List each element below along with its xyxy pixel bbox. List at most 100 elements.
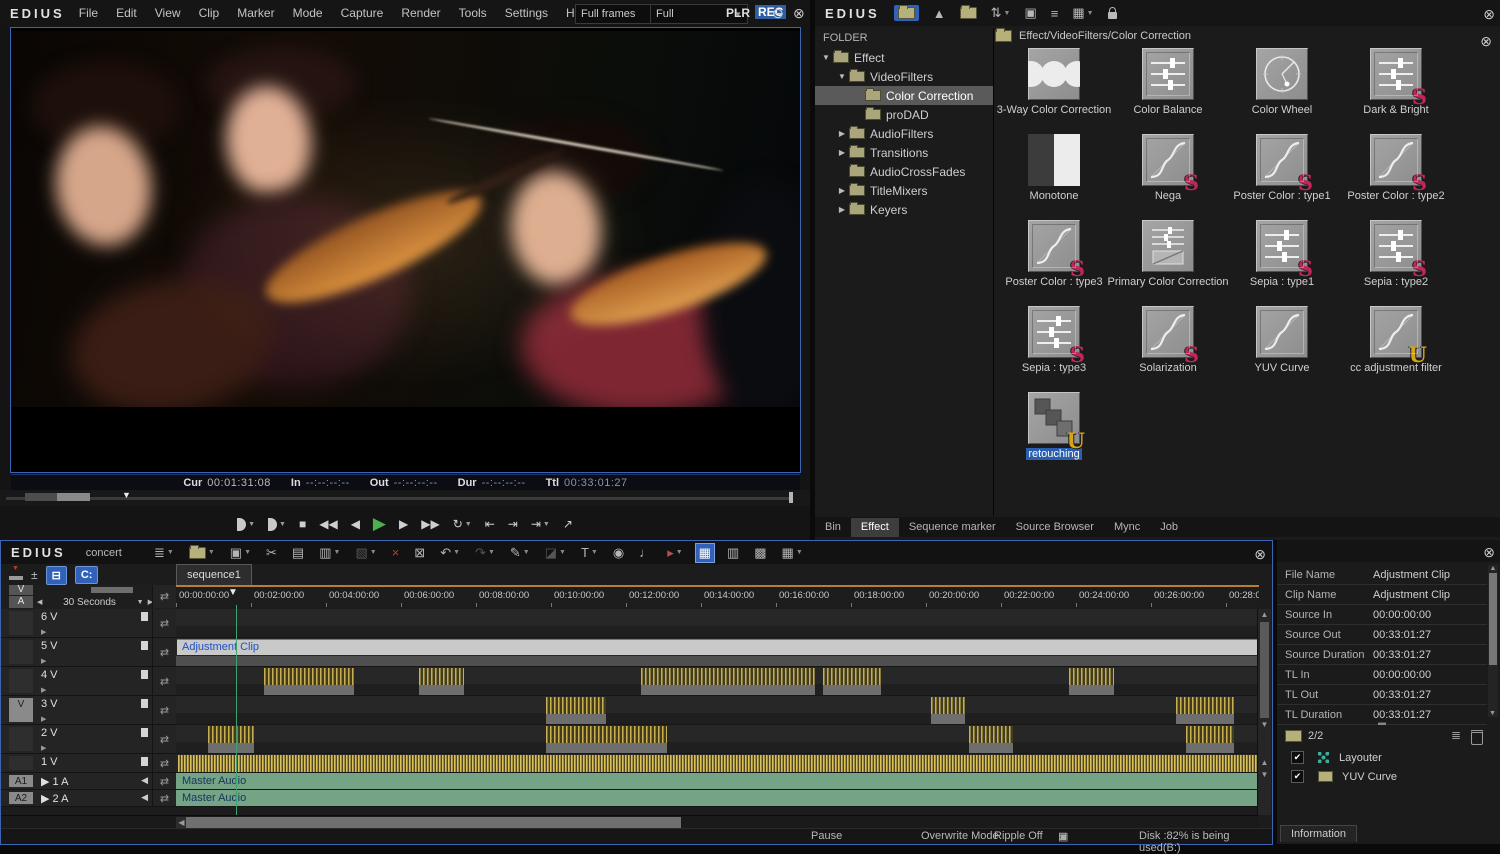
paste-icon[interactable]: ▥▼ <box>316 544 343 562</box>
video-preview[interactable]: Cur00:01:31:08In--:--:--:--Out--:--:--:-… <box>10 27 801 473</box>
add-cut-point-icon[interactable]: ✎▼ <box>507 544 533 562</box>
effect-item-nega[interactable]: SNega <box>1111 132 1225 218</box>
video-clip[interactable] <box>1069 668 1113 685</box>
effect-item-monotone[interactable]: Monotone <box>997 132 1111 218</box>
extend-icon[interactable]: ▦▼ <box>779 544 806 562</box>
video-clip[interactable] <box>1176 697 1234 714</box>
ripple-delete-icon[interactable]: ⊠ <box>411 544 428 562</box>
list-view-icon[interactable]: ≡ <box>1051 6 1059 21</box>
tree-expand-icon[interactable]: ▶ <box>837 205 847 214</box>
track-content-2v[interactable] <box>176 725 1259 754</box>
effect-item-solarization[interactable]: SSolarization <box>1111 304 1225 390</box>
tab-job[interactable]: Job <box>1150 518 1188 537</box>
effect-item-poster-color-type1[interactable]: SPoster Color : type1 <box>1225 132 1339 218</box>
sync-icon[interactable]: ⇄ <box>152 725 176 753</box>
open-project-icon[interactable]: ▼ <box>186 546 218 560</box>
track-patch-cell[interactable]: A1 <box>9 775 33 787</box>
tab-source-browser[interactable]: Source Browser <box>1006 518 1104 537</box>
menu-item-tools[interactable]: Tools <box>459 6 487 20</box>
video-clip[interactable] <box>641 668 815 685</box>
track-header-5v[interactable]: 5 V▶⇄ <box>1 638 176 667</box>
track-visibility-icon[interactable] <box>141 757 148 766</box>
track-patch-cell[interactable] <box>9 640 33 664</box>
tab-sequence-marker[interactable]: Sequence marker <box>899 518 1006 537</box>
close-icon[interactable]: ⊗ <box>1483 544 1495 561</box>
track-visibility-icon[interactable] <box>141 641 148 650</box>
sync-icon[interactable]: ▣ <box>1058 830 1068 843</box>
sync-icon[interactable]: ⇄ <box>152 790 176 806</box>
goto-in-button[interactable]: ⇤ <box>485 517 495 531</box>
marker-mode-icon[interactable] <box>9 576 23 580</box>
add-marker-out-button[interactable]: ▼ <box>268 518 286 531</box>
track-patch-cell[interactable] <box>9 611 33 635</box>
new-folder-icon[interactable] <box>894 5 919 21</box>
effect-item-color-balance[interactable]: Color Balance <box>1111 46 1225 132</box>
video-clip[interactable] <box>1186 726 1234 743</box>
scroll-thumb[interactable] <box>1260 622 1269 718</box>
sync-icon[interactable]: ⇄ <box>152 609 176 637</box>
tree-expand-icon[interactable]: ▼ <box>821 53 831 62</box>
effect-item-sepia-type2[interactable]: SSepia : type2 <box>1339 218 1453 304</box>
replace-icon[interactable]: ▧▼ <box>352 544 379 562</box>
tree-expand-icon[interactable]: ▼ <box>837 72 847 81</box>
tree-item-color-correction[interactable]: Color Correction <box>815 86 993 105</box>
video-clip[interactable] <box>546 697 606 714</box>
lock-icon[interactable] <box>1108 8 1117 19</box>
video-clip[interactable] <box>419 668 464 685</box>
track-header-6v[interactable]: 6 V▶⇄ <box>1 609 176 638</box>
tree-item-keyers[interactable]: ▶Keyers <box>815 200 993 219</box>
video-clip[interactable] <box>823 668 881 685</box>
menu-item-edit[interactable]: Edit <box>116 6 137 20</box>
scroll-down-icon[interactable]: ▼ <box>1489 710 1496 717</box>
video-clip[interactable] <box>264 668 354 685</box>
export-button[interactable]: ↗ <box>563 517 573 531</box>
menu-item-settings[interactable]: Settings <box>505 6 548 20</box>
menu-item-render[interactable]: Render <box>401 6 440 20</box>
track-content-3v[interactable] <box>176 696 1259 725</box>
scroll-thumb[interactable] <box>186 817 681 828</box>
track-expand-icon[interactable]: ▶ <box>41 657 46 665</box>
sync-icon[interactable]: ⇄ <box>152 585 176 608</box>
seek-bar[interactable]: ▼ <box>0 490 810 506</box>
video-clip[interactable] <box>546 726 666 743</box>
sync-icon[interactable]: ⇄ <box>152 754 176 772</box>
timeline-ruler[interactable]: 00:00:00:0000:02:00:0000:04:00:0000:06:0… <box>176 585 1259 607</box>
voiceover-icon[interactable]: ♩ <box>636 544 655 561</box>
track-content-1v[interactable] <box>176 754 1259 773</box>
track-expand-icon[interactable]: ▶ <box>41 744 46 752</box>
goto-out-button[interactable]: ⇥ <box>508 517 518 531</box>
track-content-4v[interactable] <box>176 667 1259 696</box>
track-content-1a[interactable]: Master Audio <box>176 773 1259 790</box>
scroll-up-icon[interactable]: ▲ <box>1488 565 1498 572</box>
timeline-view-icon[interactable]: ▦ <box>695 543 715 563</box>
scroll-up-icon[interactable]: ▲ <box>1258 609 1271 621</box>
next-edit-button[interactable]: ⇥▼ <box>531 517 550 531</box>
stop-button[interactable]: ■ <box>299 517 306 531</box>
track-patch-cell[interactable] <box>9 669 33 693</box>
close-icon[interactable]: ⊗ <box>1483 6 1495 23</box>
track-header-2a[interactable]: A2▶ 2 A◀⇄ <box>1 790 176 807</box>
audio-patch-cell[interactable]: A <box>9 596 33 608</box>
rewind-button[interactable]: ◀◀ <box>319 517 337 531</box>
master-audio-clip[interactable]: Master Audio <box>176 790 1259 804</box>
information-tab[interactable]: Information <box>1280 825 1357 842</box>
shape-icon[interactable]: ◪▼ <box>542 544 569 562</box>
plr-button[interactable]: PLR <box>726 6 750 20</box>
info-scrollbar[interactable]: ▲ ▼ <box>1488 565 1498 717</box>
properties-icon[interactable]: ▣ <box>1024 5 1036 21</box>
video-clip[interactable] <box>931 697 966 714</box>
save-icon[interactable]: ▣▼ <box>227 544 254 562</box>
tree-expand-icon[interactable]: ▶ <box>837 148 847 157</box>
insert-mode-button[interactable]: ⊟ <box>46 566 67 585</box>
sort-icon[interactable]: ⇅▼ <box>991 5 1011 21</box>
tab-mync[interactable]: Mync <box>1104 518 1150 537</box>
track-header-3v[interactable]: V3 V▶⇄ <box>1 696 176 725</box>
track-content-5v[interactable]: Adjustment Clip <box>176 638 1259 667</box>
effect-item-yuv-curve[interactable]: YUV Curve <box>1225 304 1339 390</box>
chevron-down-icon[interactable]: ▼ <box>137 599 144 606</box>
track-header-2v[interactable]: 2 V▶⇄ <box>1 725 176 754</box>
effect-enabled-checkbox[interactable]: ✔ <box>1291 751 1304 764</box>
playhead-line[interactable] <box>236 605 237 815</box>
track-expand-icon[interactable]: ▶ <box>41 686 46 694</box>
scroll-thumb[interactable] <box>1489 573 1497 665</box>
